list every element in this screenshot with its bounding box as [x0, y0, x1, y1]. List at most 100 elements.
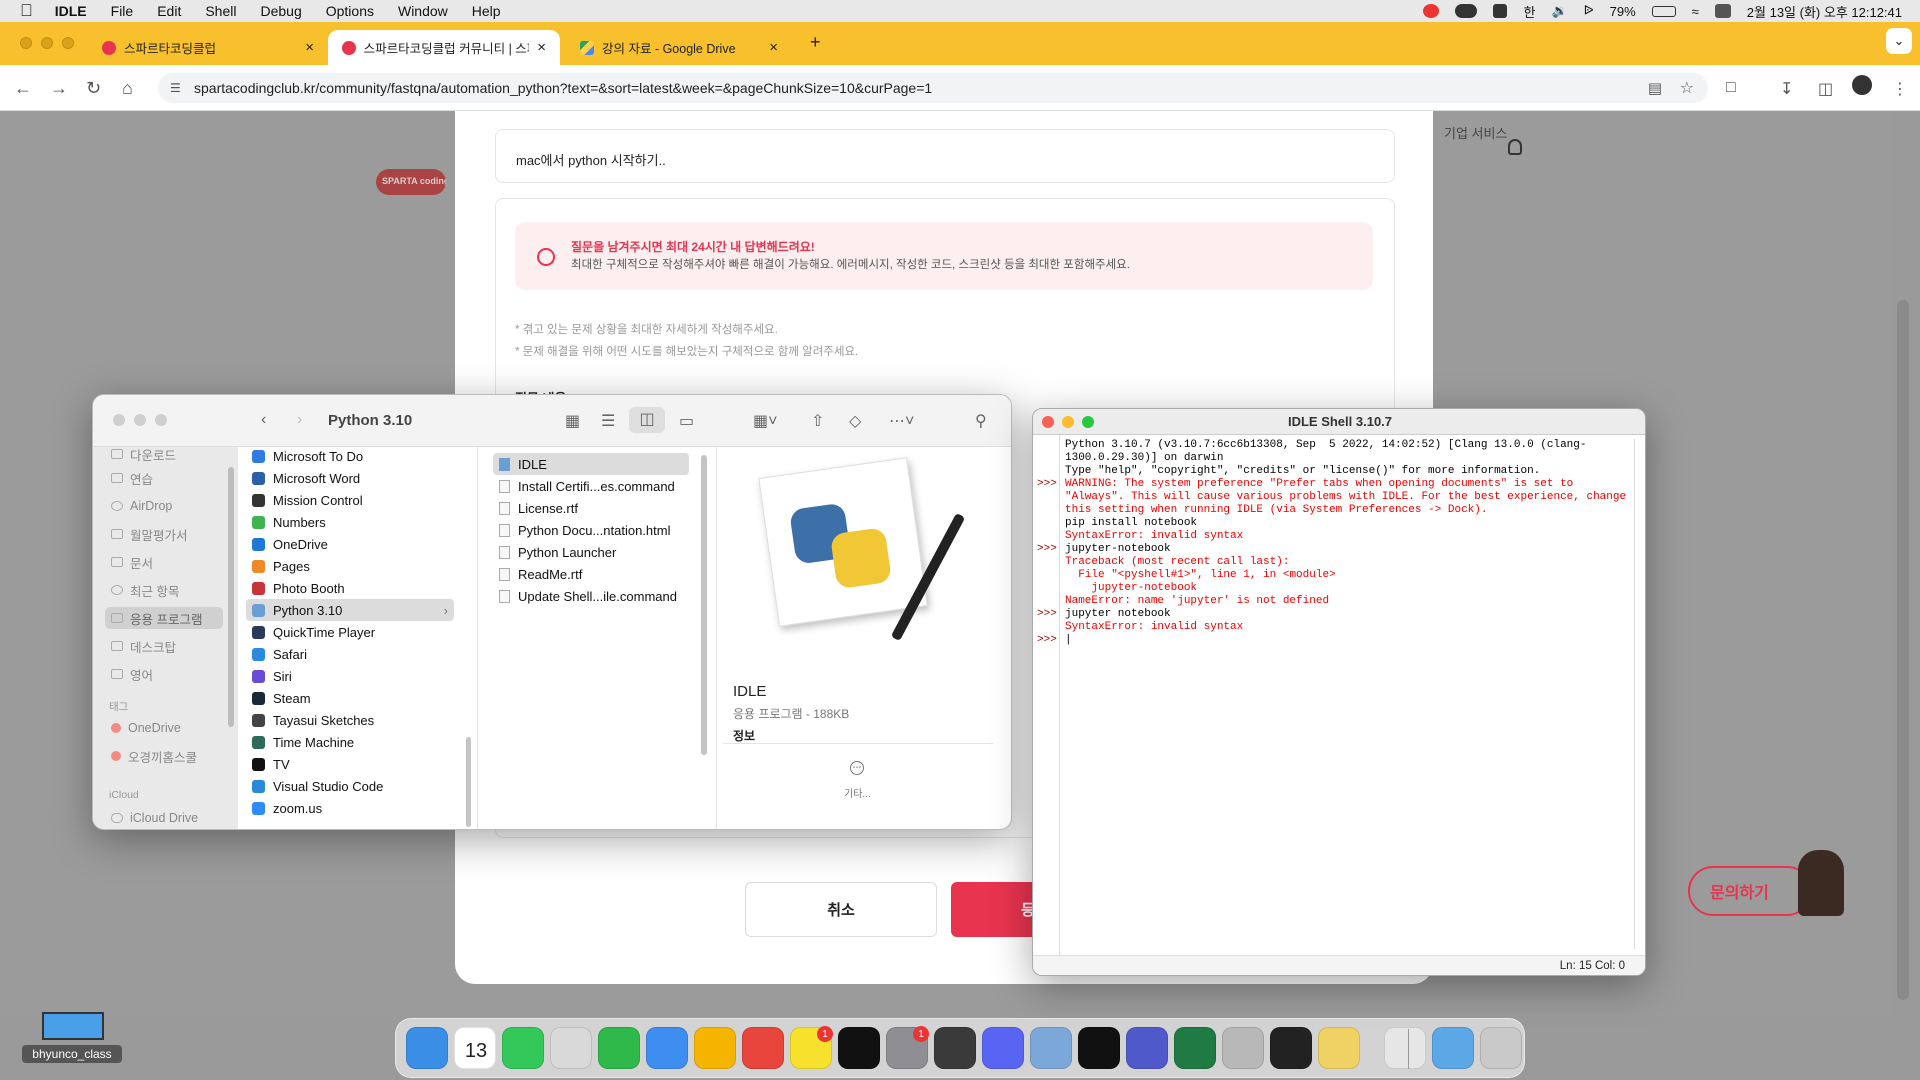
drive-icon[interactable] [1493, 4, 1508, 18]
address-bar[interactable]: ☰ spartacodingclub.kr/community/fastqna/… [158, 73, 1708, 103]
title-input[interactable]: mac에서 python 시작하기.. [495, 129, 1395, 183]
rocket-dock-icon[interactable] [1222, 1027, 1264, 1069]
menu-edit[interactable]: Edit [145, 3, 193, 19]
excel-dock-icon[interactable] [1174, 1027, 1216, 1069]
app-row[interactable]: Microsoft To Do [246, 445, 454, 467]
chrome-menu-icon[interactable]: ⋮ [1892, 79, 1908, 99]
close-tab-icon[interactable]: × [537, 39, 546, 56]
file-row[interactable]: Python Docu...ntation.html [493, 519, 689, 541]
photos-dock-icon[interactable] [694, 1027, 736, 1069]
sidebar-item-recents[interactable]: 최근 항목 [105, 579, 223, 601]
install-app-icon[interactable]: ▤ [1648, 79, 1662, 97]
icon-view-icon[interactable]: ▦ [565, 411, 580, 431]
back-icon[interactable]: ← [14, 78, 32, 99]
menu-debug[interactable]: Debug [248, 3, 313, 19]
reload-icon[interactable]: ↻ [86, 78, 101, 99]
share-icon[interactable]: ⇧ [811, 411, 824, 431]
clock[interactable]: 2월 13일 (화) 오후 12:12:41 [1747, 2, 1902, 21]
apple-menu-icon[interactable]:  [0, 1, 43, 21]
browser-tab-1[interactable]: 스파르타코딩클럽 × [88, 30, 328, 65]
mail-dock-icon[interactable] [646, 1027, 688, 1069]
app-row[interactable]: Python 3.10 › [246, 599, 454, 621]
bluetooth-icon[interactable]: ᐉ [1584, 3, 1594, 19]
folder-dock-icon[interactable] [1432, 1027, 1474, 1069]
url-text[interactable]: spartacodingclub.kr/community/fastqna/au… [194, 80, 932, 96]
launchpad-dock-icon[interactable] [550, 1027, 592, 1069]
sparta-logo[interactable]: SPARTA coding club [376, 169, 446, 195]
app-row[interactable]: QuickTime Player [246, 621, 454, 643]
sidebar-item-airdrop[interactable]: AirDrop [105, 495, 223, 517]
profile-avatar[interactable] [1852, 75, 1872, 95]
trash-dock-icon[interactable] [1480, 1027, 1522, 1069]
back-icon[interactable]: ‹ [261, 411, 266, 429]
tayasui-dock-icon[interactable] [838, 1027, 880, 1069]
preview-dock-icon[interactable] [1030, 1027, 1072, 1069]
sidebar-item-desktop[interactable]: 데스크탑 [105, 635, 223, 657]
sidebar-item[interactable]: 영어 [105, 663, 223, 685]
file-row[interactable]: IDLE [493, 453, 689, 475]
app-row[interactable]: Time Machine [246, 731, 454, 753]
new-tab-icon[interactable]: + [810, 32, 821, 53]
close-tab-icon[interactable]: × [769, 39, 778, 56]
kakaotalk-dock-icon[interactable]: 1 [790, 1026, 833, 1069]
browser-tab-2[interactable]: 스파르타코딩클럽 커뮤니티 | 스파르 × [328, 30, 560, 65]
cancel-button[interactable]: 취소 [745, 882, 937, 937]
shell-scrollbar[interactable] [1634, 439, 1635, 949]
search-icon[interactable]: ⚲ [975, 411, 987, 431]
gallery-view-icon[interactable]: ▭ [679, 411, 694, 431]
site-info-icon[interactable]: ☰ [170, 81, 181, 95]
app-row[interactable]: OneDrive [246, 533, 454, 555]
minimize-window-button[interactable] [1062, 416, 1074, 428]
app-row[interactable]: zoom.us [246, 797, 454, 819]
sidebar-item[interactable]: 다운로드 [105, 443, 223, 465]
app-row[interactable]: Visual Studio Code [246, 775, 454, 797]
tab-search-icon[interactable]: ⌄ [1886, 28, 1912, 54]
menu-options[interactable]: Options [314, 3, 386, 19]
forward-icon[interactable]: → [50, 78, 68, 99]
sidebar-item-icloud-drive[interactable]: iCloud Drive [105, 807, 223, 829]
sidebar-scrollbar[interactable] [228, 467, 234, 727]
finder-dock-icon[interactable] [406, 1027, 448, 1069]
close-window-button[interactable] [1042, 416, 1054, 428]
calculator-dock-icon[interactable] [934, 1027, 976, 1069]
sidebar-item[interactable]: 연습 [105, 467, 223, 489]
chrome-dock-icon[interactable] [742, 1027, 784, 1069]
sidebar-item[interactable]: 월말평가서 [105, 523, 223, 545]
volume-icon[interactable]: 🔉 [1551, 3, 1567, 19]
app-row[interactable]: Siri [246, 665, 454, 687]
battery-percent[interactable]: 79% [1610, 4, 1636, 19]
file-row[interactable]: Install Certifi...es.command [493, 475, 689, 497]
close-window-button[interactable] [20, 37, 32, 49]
bookmark-star-icon[interactable]: ☆ [1680, 78, 1694, 98]
group-icon[interactable]: ▦˅ [753, 411, 777, 431]
extensions-icon[interactable]: □ [1726, 79, 1736, 97]
sidebar-item-applications[interactable]: 응용 프로그램 [105, 607, 223, 629]
list-view-icon[interactable]: ☰ [601, 411, 615, 431]
notification-app-icon[interactable] [1423, 4, 1440, 18]
menu-file[interactable]: File [99, 3, 146, 19]
app-row[interactable]: Tayasui Sketches [246, 709, 454, 731]
menu-window[interactable]: Window [386, 3, 460, 19]
app-row[interactable]: Steam [246, 687, 454, 709]
download-icon[interactable]: ↧ [1780, 79, 1793, 99]
column-scrollbar[interactable] [466, 737, 471, 827]
tag-icon[interactable]: ◇ [849, 411, 861, 431]
column-view-icon[interactable]: ◫ [629, 407, 665, 433]
app-row[interactable]: Pages [246, 555, 454, 577]
discord-dock-icon[interactable] [982, 1027, 1024, 1069]
app-row[interactable]: Photo Booth [246, 577, 454, 599]
zoom-window-button[interactable] [1082, 416, 1094, 428]
page-scroll-thumb[interactable] [1897, 300, 1909, 1000]
zoom-window-button[interactable] [62, 37, 74, 49]
cloud-icon[interactable] [1455, 4, 1478, 18]
battery-icon[interactable] [1651, 5, 1676, 17]
teams-dock-icon[interactable] [1126, 1027, 1168, 1069]
app-row[interactable]: Safari [246, 643, 454, 665]
messages-dock-icon[interactable] [502, 1027, 544, 1069]
terminal-dock-icon[interactable] [1270, 1027, 1312, 1069]
capcut-dock-icon[interactable] [1078, 1027, 1120, 1069]
inquiry-button[interactable]: 문의하기 [1688, 866, 1812, 916]
user-icon[interactable] [1508, 139, 1522, 155]
file-row[interactable]: ReadMe.rtf [493, 563, 689, 585]
close-window-button[interactable] [113, 414, 125, 426]
